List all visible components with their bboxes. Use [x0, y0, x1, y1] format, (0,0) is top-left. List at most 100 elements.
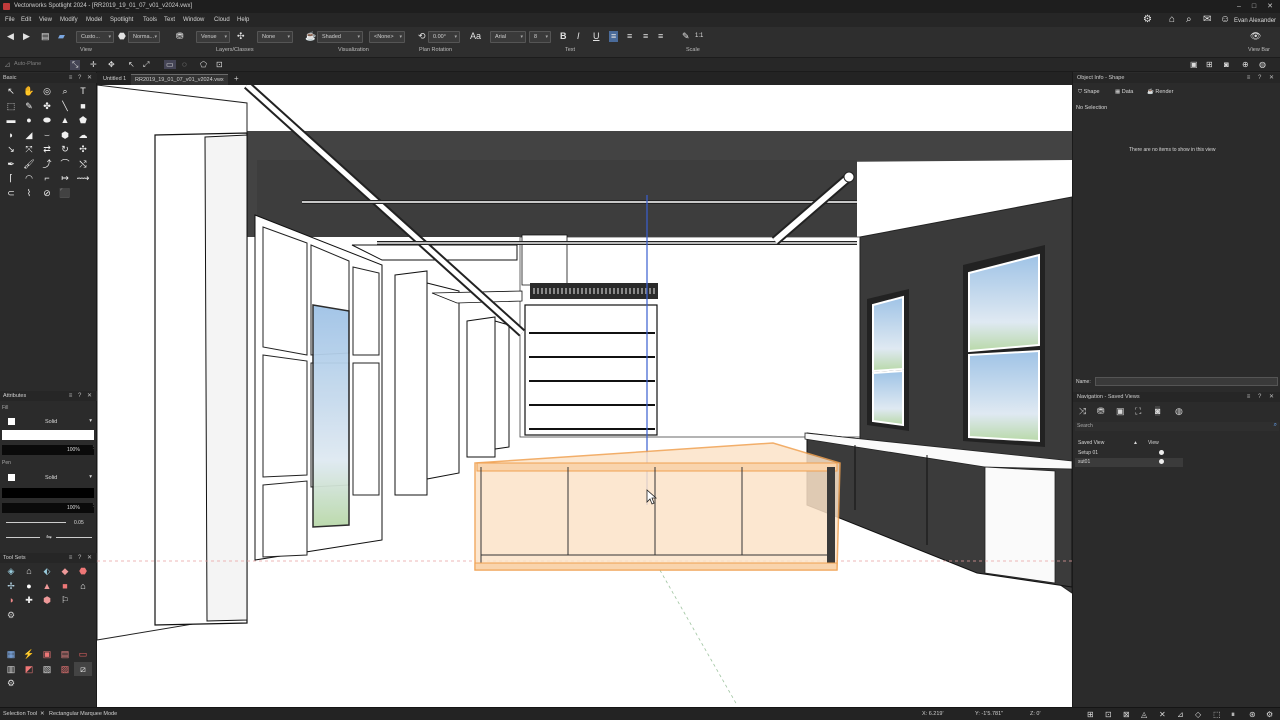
align-center-icon[interactable]: ≡ [627, 31, 632, 42]
lasso-icon[interactable]: ⤢ [143, 60, 149, 70]
pause-icon[interactable]: ⏸ [1231, 710, 1235, 720]
menu-edit[interactable]: Edit [21, 17, 31, 23]
render-view-icon[interactable]: ◍ [1259, 60, 1266, 69]
underline-icon[interactable]: U [593, 31, 600, 42]
pen-opacity-row[interactable]: 100% ⋮ [2, 503, 96, 513]
align-left-icon[interactable]: ≡ [609, 31, 619, 42]
bezier-tool-icon[interactable]: ⟿ [74, 171, 92, 186]
offset-tool-icon[interactable]: ⤧ [20, 142, 38, 157]
layer-dropdown[interactable]: Venue [196, 31, 230, 43]
minimize-button[interactable]: – [1233, 2, 1245, 11]
sections-toolset-icon[interactable]: ▧ [38, 662, 56, 677]
view-list-icon[interactable]: ▤ [41, 31, 50, 42]
line-style-row[interactable]: ⇋ [2, 533, 94, 543]
pan-icon[interactable]: ✛ [90, 60, 97, 69]
user-name[interactable]: Evan Alexander [1234, 18, 1276, 24]
view-bar-eye-icon[interactable]: 👁 [1250, 31, 1261, 42]
stage-toolset-icon[interactable]: ▣ [38, 647, 56, 662]
fill-style-row[interactable]: Solid ▾ [2, 417, 94, 427]
cursor-icon[interactable]: ↖ [128, 60, 135, 69]
plane-view-icon[interactable]: ▰ [58, 31, 65, 42]
worksheet-toolset-icon[interactable]: ▥ [2, 662, 20, 677]
palette-controls[interactable]: ≡ ? ✕ [69, 553, 94, 563]
locus-tool-icon[interactable]: ⌇ [20, 186, 38, 201]
furniture-toolset-icon[interactable]: ✚ [20, 593, 38, 608]
callout-tool-icon[interactable]: ↘ [2, 142, 20, 157]
menu-cloud[interactable]: Cloud [214, 17, 230, 23]
triangle-tool-icon[interactable]: ▲ [56, 113, 74, 128]
view-dropdown[interactable]: Custo... [76, 31, 114, 43]
freehand-tool-icon[interactable]: ◢ [20, 128, 38, 143]
pan-tool-icon[interactable]: ✋ [20, 84, 38, 99]
zoom-fit-icon[interactable]: ⊡ [1105, 710, 1112, 719]
symbol-tool-icon[interactable]: ⊂ [2, 186, 20, 201]
pen-style-row[interactable]: Solid ▾ [2, 473, 94, 483]
brush-tool-icon[interactable]: 🖌 [20, 157, 38, 172]
scale-value[interactable]: 1:1 [695, 31, 703, 42]
tab-render[interactable]: ☕ Render [1147, 89, 1173, 95]
settings-icon[interactable]: ⚙ [1266, 710, 1273, 719]
snap-plane-icon[interactable]: ⊛ [1249, 710, 1256, 719]
pen-tool-icon[interactable]: ✒ [2, 157, 20, 172]
fill-opacity-row[interactable]: 100% ⋮ [2, 445, 96, 455]
view-layout-icon[interactable]: ▣ [1190, 60, 1198, 69]
rect-marquee-icon[interactable]: ▭ [164, 60, 176, 69]
tab-shape[interactable]: ⛉ Shape [1078, 89, 1100, 96]
forward-arrow-icon[interactable]: ▶ [23, 31, 30, 42]
tab-data[interactable]: ▦ Data [1115, 89, 1133, 95]
camera-icon[interactable]: ◙ [1224, 60, 1229, 69]
polygon-tool-icon[interactable]: ⬟ [74, 113, 92, 128]
lasso-select-icon[interactable]: ◌ [182, 60, 187, 69]
font-size-dropdown[interactable]: 8 [529, 31, 551, 43]
arc-3pt-tool-icon[interactable]: ◠ [20, 171, 38, 186]
search-icon[interactable]: ⌕ [1186, 14, 1192, 25]
menu-window[interactable]: Window [183, 17, 204, 23]
italic-icon[interactable]: I [577, 31, 580, 42]
font-dropdown[interactable]: Arial [490, 31, 526, 43]
rectangle-tool-icon[interactable]: ■ [74, 99, 92, 114]
drawing-viewport[interactable] [97, 85, 1072, 707]
menu-spotlight[interactable]: Spotlight [110, 17, 133, 23]
menu-model[interactable]: Model [86, 17, 102, 23]
selection-tool-icon[interactable]: ↖ [2, 84, 20, 99]
stamp-tool-icon[interactable]: ⬛ [56, 186, 74, 201]
references-icon[interactable]: ◍ [1175, 406, 1183, 417]
rigging-toolset-icon[interactable]: ▲ [38, 579, 56, 594]
user-icon[interactable]: ☺ [1220, 14, 1230, 25]
clip-tool-icon[interactable]: ⌒ [56, 157, 74, 172]
tab-untitled-1[interactable]: Untitled 1 [99, 74, 130, 85]
settings-gear-icon[interactable]: ⚙ [1143, 14, 1152, 25]
menu-help[interactable]: Help [237, 17, 249, 23]
building-shell-toolset-icon[interactable]: ⌂ [20, 564, 38, 579]
viewports-icon[interactable]: ⛶ [1135, 406, 1141, 417]
site-planning-toolset-icon[interactable]: ⬖ [38, 564, 56, 579]
marquee-options-icon[interactable]: ⊡ [216, 60, 223, 69]
attribute-tool-icon[interactable]: ✎ [20, 99, 38, 114]
class-dropdown[interactable]: None [257, 31, 293, 43]
render-mode-dropdown[interactable]: Shaded [317, 31, 363, 43]
soft-goods-toolset-icon[interactable]: ▤ [56, 647, 74, 662]
snap-intersection-icon[interactable]: ✕ [1159, 710, 1166, 719]
selected-toolset-icon[interactable]: ⧄ [74, 661, 92, 676]
palette-controls[interactable]: ≡ ? ✕ [1247, 392, 1277, 402]
text-tool-icon[interactable]: T [74, 84, 92, 99]
menu-file[interactable]: File [5, 17, 15, 23]
new-tab-plus-icon[interactable]: + [234, 74, 239, 83]
layers-nav-icon[interactable]: ⛃ [1097, 406, 1105, 417]
flyover-tool-icon[interactable]: ◎ [38, 84, 56, 99]
saved-view-row[interactable]: sut01 [1075, 458, 1183, 467]
scale-icon[interactable]: ✎ [682, 31, 690, 42]
arc-tool-icon[interactable]: ◗ [2, 128, 20, 143]
menu-modify[interactable]: Modify [60, 17, 78, 23]
connect-tool-icon[interactable]: ⌐ [38, 171, 56, 186]
selected-island-cabinet[interactable] [474, 442, 841, 571]
spiral-tool-icon[interactable]: ⌣ [38, 128, 56, 143]
render-mode-icon[interactable]: ☕ [305, 31, 316, 42]
lighting-toolset-icon[interactable]: ✢ [2, 579, 20, 594]
menu-tools[interactable]: Tools [143, 17, 157, 23]
justify-icon[interactable]: ≡ [658, 31, 663, 42]
rounded-rect-tool-icon[interactable]: ▬ [2, 113, 20, 128]
split-tool-icon[interactable]: ⤭ [74, 157, 92, 172]
dims-toolset-icon[interactable]: ◈ [2, 564, 20, 579]
maximize-button[interactable]: □ [1248, 2, 1260, 11]
